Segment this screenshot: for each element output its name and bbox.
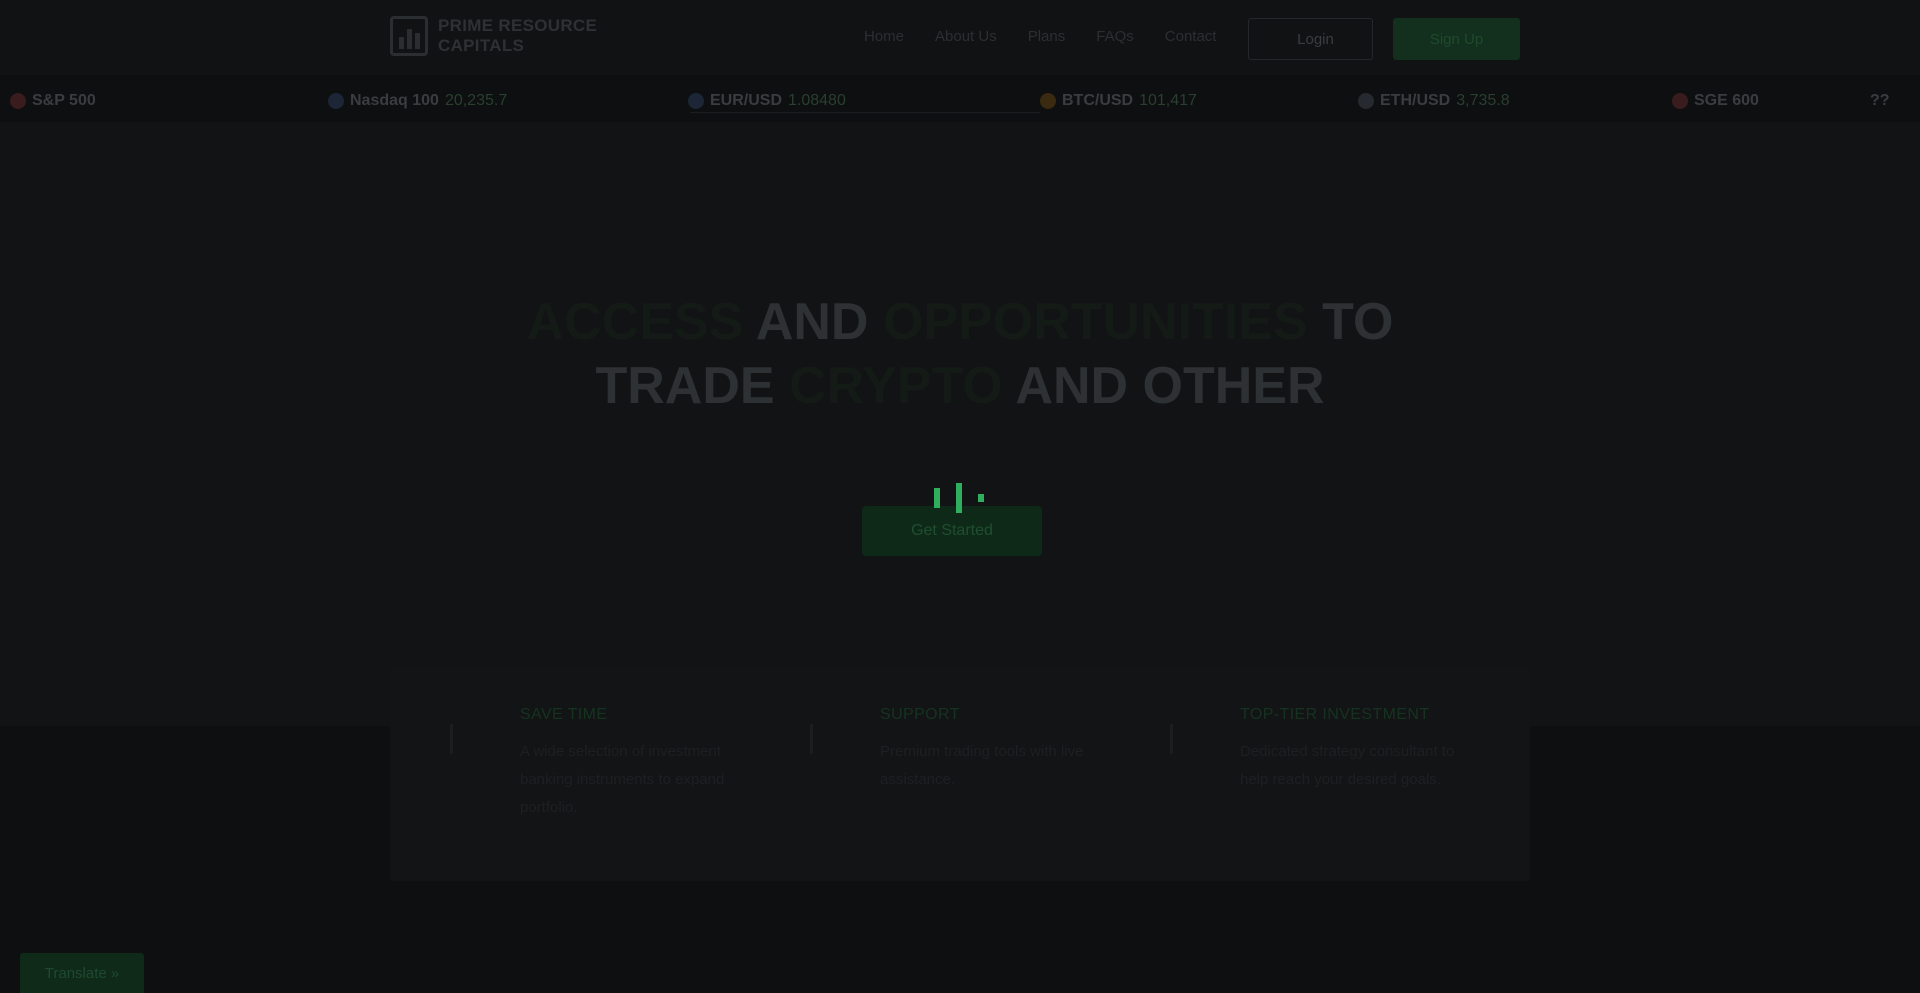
nav-links: Home About Us Plans FAQs Contact xyxy=(864,28,1216,45)
ticker-item[interactable]: EUR/USD 1.08480 xyxy=(688,92,846,110)
ticker-item[interactable]: ?? xyxy=(1870,92,1890,110)
feature-description: Premium trading tools with live assistan… xyxy=(880,743,1084,788)
nav-link-faqs[interactable]: FAQs xyxy=(1096,28,1134,45)
login-button[interactable]: Login xyxy=(1248,18,1373,60)
feature-title: SUPPORT xyxy=(880,706,960,723)
ticker-item[interactable]: ETH/USD 3,735.8 xyxy=(1358,92,1510,110)
nasdaq-icon xyxy=(328,93,344,109)
ticker-symbol: S&P 500 xyxy=(32,92,96,109)
ticker-symbol: SGE 600 xyxy=(1694,92,1759,109)
ticker-value: 3,735.8 xyxy=(1456,92,1510,109)
nav-link-home[interactable]: Home xyxy=(864,28,904,45)
page: PRIME RESOURCE CAPITALS Home About Us Pl… xyxy=(0,0,1920,993)
ticker-symbol: ETH/USD xyxy=(1380,92,1451,109)
translate-button[interactable]: Translate » xyxy=(20,953,144,993)
ticker-symbol: Nasdaq 100 xyxy=(350,92,439,109)
nav-link-contact[interactable]: Contact xyxy=(1165,28,1217,45)
ticker-symbol: BTC/USD xyxy=(1062,92,1134,109)
ticker-value: 20,235.7 xyxy=(444,92,508,109)
ethereum-icon xyxy=(1358,93,1374,109)
hero-section xyxy=(0,122,1920,726)
investment-icon xyxy=(1170,724,1187,754)
feature-title: TOP-TIER INVESTMENT xyxy=(1240,706,1430,723)
brand-line-2: CAPITALS xyxy=(438,36,525,55)
ticker-symbol: EUR/USD xyxy=(710,92,783,109)
ticker-item[interactable]: S&P 500 xyxy=(10,92,102,110)
ticker-item[interactable]: Nasdaq 100 20,235.7 xyxy=(328,92,507,110)
nav-link-about-us[interactable]: About Us xyxy=(935,28,997,45)
ticker-divider xyxy=(690,112,1040,113)
hero-title-word: ACCESS xyxy=(526,293,744,351)
signup-button[interactable]: Sign Up xyxy=(1393,18,1520,60)
hero-title-word: TO xyxy=(1322,293,1394,351)
hero-title-word: CRYPTO xyxy=(789,357,1003,415)
brand-name: PRIME RESOURCE CAPITALS xyxy=(438,16,597,56)
brand-logo[interactable]: PRIME RESOURCE CAPITALS xyxy=(390,16,597,56)
clock-icon xyxy=(450,724,467,754)
ticker-symbol: ?? xyxy=(1870,92,1890,109)
feature-description: Dedicated strategy consultant to help re… xyxy=(1240,743,1455,788)
bitcoin-icon xyxy=(1040,93,1056,109)
support-icon xyxy=(810,724,827,754)
nav-link-plans[interactable]: Plans xyxy=(1028,28,1066,45)
loading-spinner-icon xyxy=(934,483,986,513)
features-panel: SAVE TIME A wide selection of investment… xyxy=(390,666,1530,881)
bar-chart-logo-icon xyxy=(390,16,428,56)
top-navbar: PRIME RESOURCE CAPITALS Home About Us Pl… xyxy=(0,0,1920,75)
hero-title-word: AND OTHER xyxy=(1015,357,1325,415)
feature-description: A wide selection of investment banking i… xyxy=(520,743,725,816)
ticker-value: 101,417 xyxy=(1139,92,1197,109)
ticker-item[interactable]: BTC/USD 101,417 xyxy=(1040,92,1197,110)
feature-title: SAVE TIME xyxy=(520,706,608,723)
get-started-button[interactable]: Get Started xyxy=(862,506,1042,556)
market-ticker: S&P 500 Nasdaq 100 20,235.7 EUR/USD 1.08… xyxy=(0,84,1920,120)
brand-line-1: PRIME RESOURCE xyxy=(438,16,598,35)
ticker-value: 1.08480 xyxy=(788,92,846,109)
ticker-item[interactable]: SGE 600 xyxy=(1672,92,1759,110)
eur-usd-icon xyxy=(688,93,704,109)
flag-icon xyxy=(1672,93,1688,109)
hero-title-word: TRADE xyxy=(595,357,775,415)
us-flag-icon xyxy=(10,93,26,109)
hero-title: ACCESS AND OPPORTUNITIES TO TRADE CRYPTO… xyxy=(520,290,1400,418)
hero-title-word: OPPORTUNITIES xyxy=(882,293,1308,351)
hero-title-word: AND xyxy=(755,293,869,351)
